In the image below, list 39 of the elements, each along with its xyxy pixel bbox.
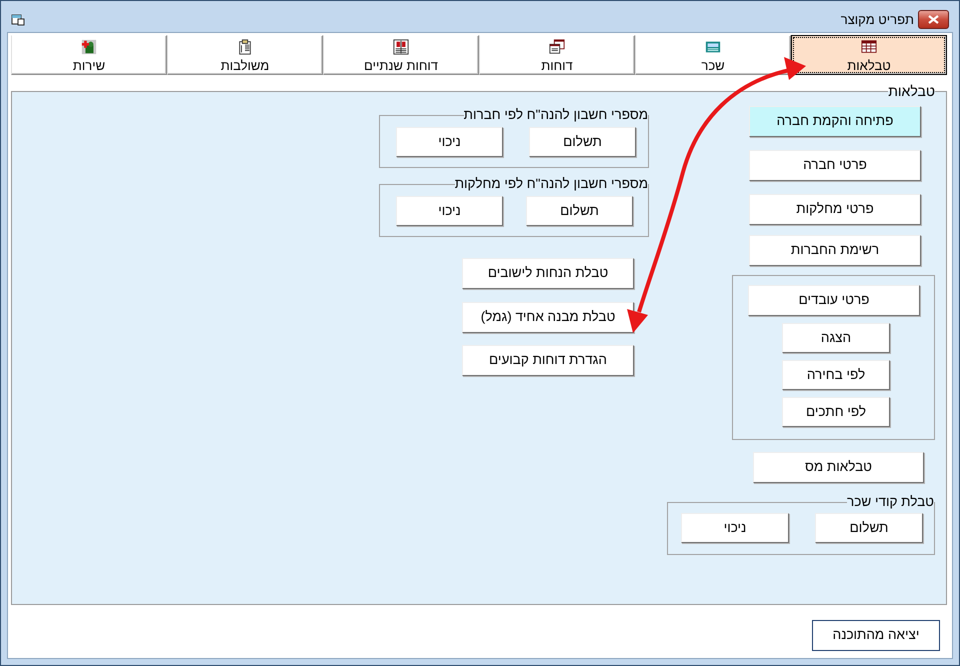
menu-button[interactable]: תשלום	[529, 127, 636, 157]
close-icon	[928, 15, 939, 24]
menu-button[interactable]: לפי בחירה	[782, 360, 890, 390]
menu-button[interactable]: הצגה	[782, 323, 890, 353]
menu-button[interactable]: ניכוי	[396, 196, 503, 226]
app-icon	[11, 14, 25, 26]
menu-button[interactable]: פתיחה והקמת חברה	[749, 106, 921, 137]
numbered-sheet-icon	[392, 39, 410, 55]
exit-button[interactable]: יציאה מהתוכנה	[812, 620, 940, 651]
menu-button[interactable]: לפי חתכים	[782, 397, 890, 427]
menu-button[interactable]: פרטי חברה	[749, 150, 921, 181]
menu-button[interactable]: ניכוי	[396, 127, 503, 157]
menu-button[interactable]: טבלת הנחות לישובים	[462, 258, 634, 289]
panel-title: טבלאות	[888, 84, 935, 98]
cash-register-icon	[704, 39, 722, 55]
tab[interactable]: שירות	[11, 35, 167, 75]
menu-button[interactable]: פרטי עובדים	[748, 285, 920, 316]
menu-button[interactable]: תשלום	[815, 513, 923, 543]
group-title: מספרי חשבון להנה"ח לפי מחלקות	[454, 177, 648, 191]
close-button[interactable]	[918, 10, 949, 29]
tab[interactable]: שכר	[635, 35, 791, 75]
group-title: טבלת קודי שכר	[847, 495, 934, 509]
tab[interactable]: טבלאות	[791, 35, 947, 75]
tab[interactable]: דוחות שנתיים	[323, 35, 479, 75]
menu-button[interactable]: פרטי מחלקות	[749, 194, 921, 225]
menu-button[interactable]: תשלום	[526, 196, 633, 226]
windows-icon	[548, 39, 566, 55]
group-title: מספרי חשבון להנה"ח לפי חברות	[464, 108, 648, 122]
menu-button[interactable]: רשימת החברות	[749, 235, 921, 266]
menu-button[interactable]: הגדרת דוחות קבועים	[462, 345, 634, 376]
menu-button[interactable]: ניכוי	[681, 513, 789, 543]
medical-icon	[80, 39, 98, 55]
menu-button[interactable]: טבלת מבנה אחיד (גמל)	[462, 302, 634, 333]
table-icon	[860, 39, 878, 55]
menu-button[interactable]: טבלאות מס	[753, 452, 924, 483]
tab[interactable]: דוחות	[479, 35, 635, 75]
tab[interactable]: משולבות	[167, 35, 323, 75]
document-icon	[236, 39, 254, 55]
window-title: תפריט מקוצר	[840, 10, 914, 29]
